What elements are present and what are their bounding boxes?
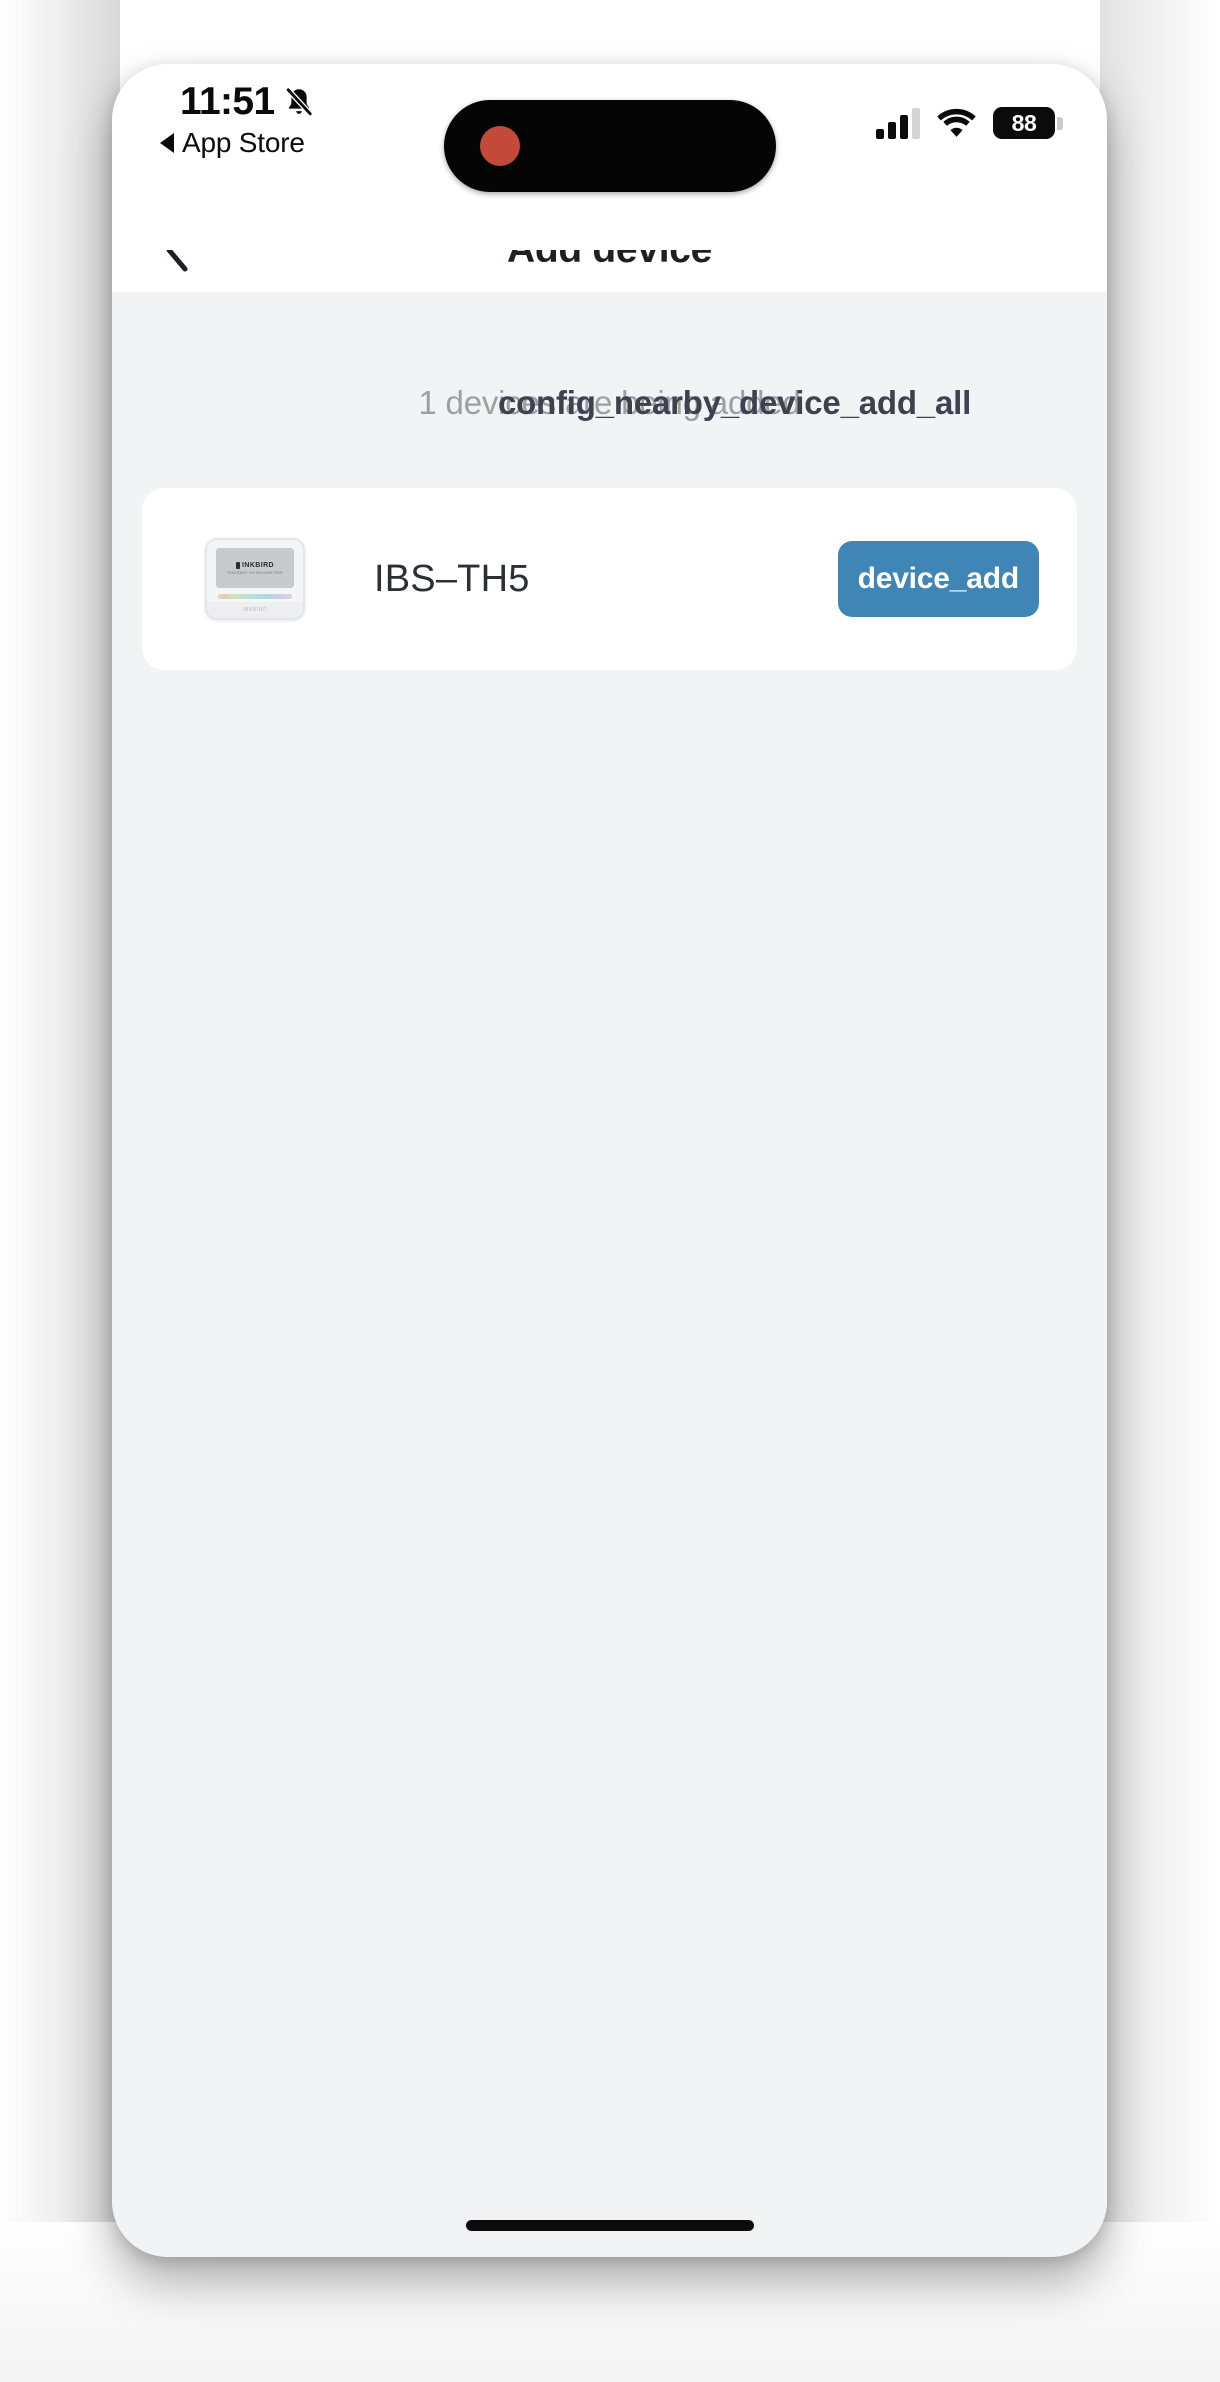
backdrop-left <box>0 0 120 2382</box>
status-bar-clock: 11:51 <box>180 80 275 123</box>
thermometer-device-icon: INKBIRD THERMO HYGROMETER INKBIRD <box>202 526 308 632</box>
time-row: 11:51 <box>158 82 458 121</box>
battery-level-label: 88 <box>1011 109 1037 136</box>
page-root: 11:51 App Store 88 1 devices are being a… <box>0 0 1220 2382</box>
device-brand-label: INKBIRD <box>242 561 274 569</box>
device-thumbnail-foot: INKBIRD <box>207 602 303 618</box>
bell-slash-icon <box>284 85 314 118</box>
backdrop-right <box>1100 0 1220 2382</box>
battery-body: 88 <box>993 107 1055 139</box>
wifi-icon <box>936 108 977 138</box>
status-bar: 11:51 App Store 88 <box>112 64 1107 250</box>
status-bar-left: 11:51 App Store <box>158 82 458 157</box>
device-foot-label: INKBIRD <box>242 607 268 613</box>
battery-icon: 88 <box>993 107 1063 139</box>
overlay-key-text: config_nearby_device_add_all <box>497 384 972 421</box>
return-to-app-label: App Store <box>182 127 305 158</box>
signal-bars-icon <box>876 107 920 139</box>
device-brand-subtitle: THERMO HYGROMETER <box>227 569 283 575</box>
content-area: 1 devices are being added config_nearby_… <box>112 292 1107 2257</box>
device-name-label: IBS–TH5 <box>374 557 530 600</box>
status-message-row: 1 devices are being added config_nearby_… <box>112 384 1107 448</box>
back-triangle-icon <box>160 133 174 153</box>
phone-screen: 11:51 App Store 88 1 devices are being a… <box>112 64 1107 2257</box>
device-thumbnail-screen: INKBIRD THERMO HYGROMETER <box>216 548 294 588</box>
device-card[interactable]: INKBIRD THERMO HYGROMETER INKBIRD IBS–TH… <box>142 488 1077 670</box>
device-add-button[interactable]: device_add <box>837 541 1039 617</box>
status-bar-right: 88 <box>876 107 1063 139</box>
recording-dot-icon <box>479 126 520 166</box>
device-thumbnail-body: INKBIRD THERMO HYGROMETER INKBIRD <box>205 538 305 620</box>
brand-mark-icon <box>236 561 241 569</box>
phone-frame: 11:51 App Store 88 1 devices are being a… <box>112 64 1107 2257</box>
device-brand-line: INKBIRD <box>236 561 274 569</box>
battery-cap <box>1057 116 1063 130</box>
return-to-app-button[interactable]: App Store <box>158 129 458 157</box>
device-led-strip <box>218 594 292 599</box>
dynamic-island[interactable] <box>443 100 776 192</box>
home-indicator[interactable] <box>465 2220 754 2231</box>
